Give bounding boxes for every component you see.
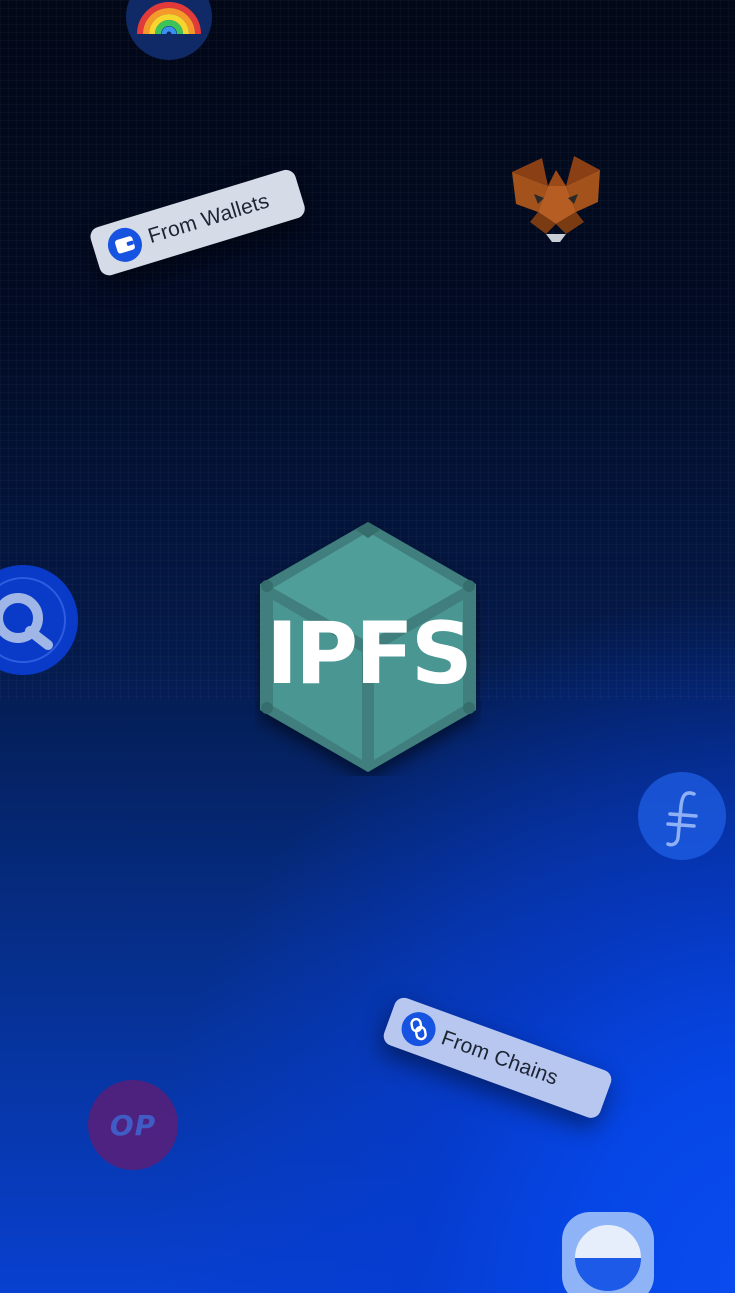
search-icon — [0, 565, 78, 675]
from-chains-label: From Chains — [438, 1026, 562, 1090]
optimism-label: OP — [109, 1108, 157, 1142]
ipfs-logo: IPFS — [255, 518, 481, 776]
app-screen: From Wallets IPFS From Chains OP — [0, 0, 735, 1293]
chain-link-icon — [396, 1007, 441, 1051]
rainbow-icon — [126, 0, 212, 60]
from-chains-pill[interactable]: From Chains — [380, 995, 615, 1121]
wallet-icon — [103, 223, 147, 267]
metamask-fox-icon — [508, 152, 604, 244]
from-wallets-label: From Wallets — [145, 189, 272, 249]
from-wallets-pill[interactable]: From Wallets — [88, 167, 308, 278]
circle-app-icon — [562, 1212, 654, 1293]
filecoin-icon — [638, 772, 726, 860]
optimism-icon: OP — [88, 1080, 178, 1170]
ipfs-logo-text: IPFS — [266, 604, 470, 704]
